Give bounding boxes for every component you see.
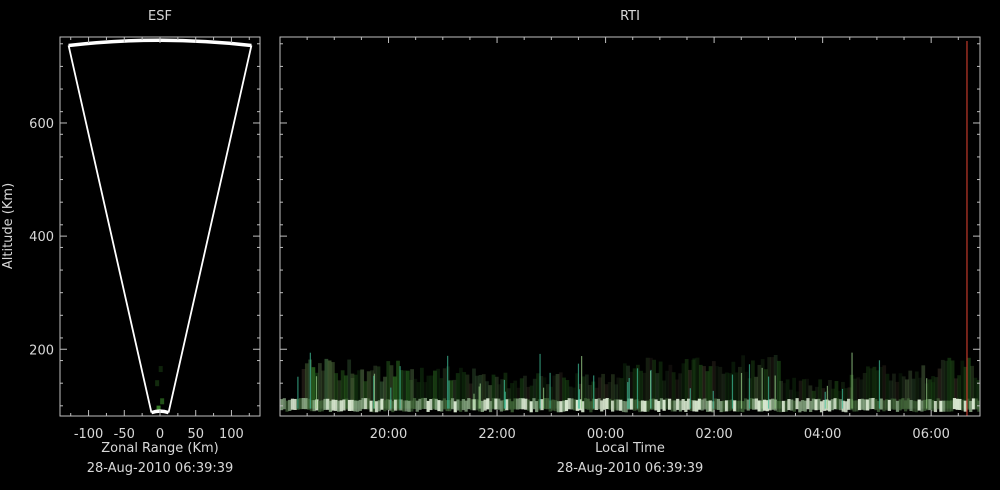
esf-echo-point: [160, 398, 165, 405]
esf-timestamp: 28-Aug-2010 06:39:39: [87, 461, 234, 476]
rti-panel: RTI 20:00 22:00 00:00 02:00 04:00 06:00 Local…: [279, 9, 984, 476]
esf-x-tick-label: 0: [156, 427, 164, 442]
esf-panel: ESF -100 -50 0 50 100 200 400 600 Altitude (Km)…: [1, 9, 261, 476]
esf-echo-point: [155, 380, 160, 387]
esf-x-tick-label: -50: [114, 427, 135, 442]
rti-x-tick-label: 06:00: [912, 427, 949, 442]
esf-y-tick-label: 600: [29, 117, 54, 132]
esf-axes-frame: [59, 36, 261, 417]
rti-x-tick-label: 04:00: [804, 427, 841, 442]
esf-x-axis-label: Zonal Range (Km): [101, 441, 218, 456]
esf-x-tick-label: -100: [74, 427, 104, 442]
rti-x-tick-label: 00:00: [587, 427, 624, 442]
rti-x-tick-label: 20:00: [370, 427, 407, 442]
esf-x-tick-label: 100: [219, 427, 244, 442]
esf-fan-left-edge: [67, 45, 153, 413]
rti-echo-column: [980, 359, 984, 408]
esf-y-axis-label: Altitude (Km): [1, 183, 16, 269]
esf-plot-area: [67, 38, 253, 415]
rti-timestamp: 28-Aug-2010 06:39:39: [557, 461, 704, 476]
rti-x-tick-label: 02:00: [695, 427, 732, 442]
rti-x-tick-label: 22:00: [478, 427, 515, 442]
esf-y-tick-label: 400: [29, 230, 54, 245]
esf-fan-right-edge: [167, 45, 253, 413]
esf-rti-figure: ESF -100 -50 0 50 100 200 400 600 Altitude (Km)…: [1, 9, 984, 476]
rti-title: RTI: [620, 9, 640, 24]
esf-title: ESF: [148, 9, 172, 24]
esf-x-tick-label: 50: [187, 427, 204, 442]
esf-y-tick-label: 200: [29, 343, 54, 358]
rti-x-axis-label: Local Time: [595, 441, 665, 456]
rti-plot-area: [280, 40, 984, 416]
rti-axes-frame: [279, 36, 981, 417]
esf-echo-point: [158, 366, 163, 373]
